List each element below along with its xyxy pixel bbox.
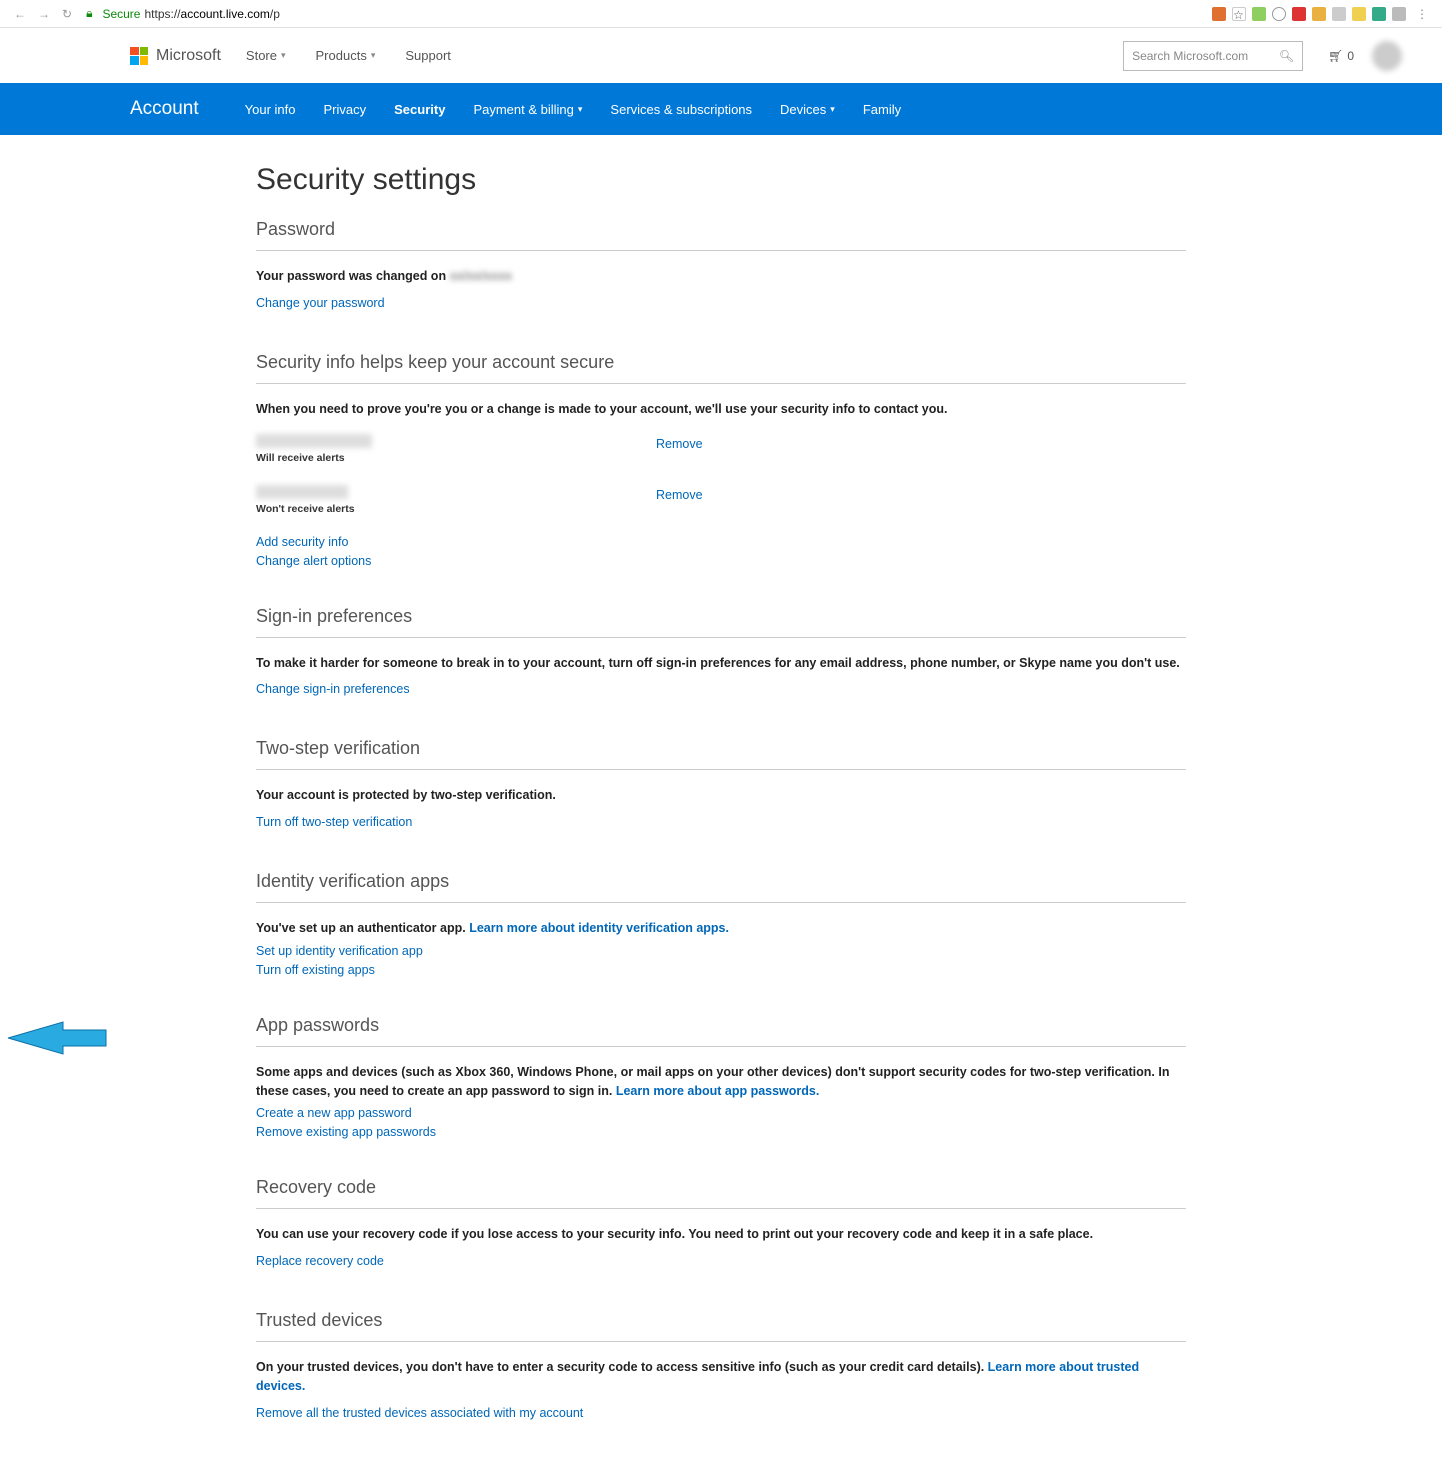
site-header: Microsoft Store ▾ Products ▾ Support Sea… xyxy=(0,28,1442,83)
recovery-desc: You can use your recovery code if you lo… xyxy=(256,1225,1186,1244)
nav-store[interactable]: Store ▾ xyxy=(246,48,286,63)
add-security-info-link[interactable]: Add security info xyxy=(256,535,1186,549)
cart-count: 0 xyxy=(1347,49,1354,63)
section-security-info: Security info helps keep your account se… xyxy=(256,352,1186,568)
annotation-arrow xyxy=(8,1016,108,1063)
section-heading: Two-step verification xyxy=(256,738,1186,770)
tab-privacy[interactable]: Privacy xyxy=(324,102,367,117)
remove-link[interactable]: Remove xyxy=(656,437,703,451)
ext-icon[interactable] xyxy=(1332,7,1346,21)
nav-products[interactable]: Products ▾ xyxy=(316,48,376,63)
section-heading: Security info helps keep your account se… xyxy=(256,352,1186,384)
security-alert-status: Will receive alerts xyxy=(256,452,656,464)
change-alert-options-link[interactable]: Change alert options xyxy=(256,554,1186,568)
cart-icon: 🛒︎ xyxy=(1328,49,1343,63)
section-heading: Trusted devices xyxy=(256,1310,1186,1342)
tab-your-info[interactable]: Your info xyxy=(245,102,296,117)
chevron-down-icon: ▾ xyxy=(578,104,583,115)
microsoft-logo[interactable]: Microsoft xyxy=(130,47,221,65)
main-content: Security settings Password Your password… xyxy=(126,135,1316,1474)
learn-apppw-link[interactable]: Learn more about app passwords. xyxy=(616,1084,820,1098)
security-info-row: redacted@redacted Will receive alerts Re… xyxy=(256,433,1186,464)
security-info-row: XXX-XXX-XXXX Won't receive alerts Remove xyxy=(256,484,1186,515)
learn-identity-link[interactable]: Learn more about identity verification a… xyxy=(469,921,729,935)
logo-icon xyxy=(130,47,148,65)
ext-icon[interactable] xyxy=(1372,7,1386,21)
avatar[interactable] xyxy=(1372,41,1402,71)
back-icon[interactable]: ← xyxy=(10,5,30,23)
ext-icon[interactable] xyxy=(1272,7,1286,21)
section-identity-apps: Identity verification apps You've set up… xyxy=(256,871,1186,977)
change-signin-link[interactable]: Change sign-in preferences xyxy=(256,682,410,696)
section-app-passwords: App passwords Some apps and devices (suc… xyxy=(256,1015,1186,1140)
ext-icon[interactable] xyxy=(1292,7,1306,21)
chevron-down-icon: ▾ xyxy=(830,104,835,115)
account-subnav: Account Your info Privacy Security Payme… xyxy=(0,83,1442,135)
setup-identity-app-link[interactable]: Set up identity verification app xyxy=(256,944,1186,958)
search-placeholder: Search Microsoft.com xyxy=(1132,49,1248,63)
section-heading: Sign-in preferences xyxy=(256,606,1186,638)
account-brand[interactable]: Account xyxy=(130,98,199,120)
section-signin: Sign-in preferences To make it harder fo… xyxy=(256,606,1186,701)
section-heading: Identity verification apps xyxy=(256,871,1186,903)
ext-icon[interactable] xyxy=(1252,7,1266,21)
section-heading: App passwords xyxy=(256,1015,1186,1047)
security-info-value: XXX-XXX-XXXX xyxy=(256,485,348,499)
ext-icon[interactable] xyxy=(1212,7,1226,21)
browser-address-bar: ← → ↻ 🔒︎ Secure https://account.live.com… xyxy=(0,0,1442,28)
identity-desc: You've set up an authenticator app. Lear… xyxy=(256,919,1186,938)
page-title: Security settings xyxy=(256,163,1186,197)
tab-security[interactable]: Security xyxy=(394,102,445,117)
replace-recovery-link[interactable]: Replace recovery code xyxy=(256,1254,384,1268)
section-trusted-devices: Trusted devices On your trusted devices,… xyxy=(256,1310,1186,1424)
section-password: Password Your password was changed on xx… xyxy=(256,219,1186,314)
section-heading: Recovery code xyxy=(256,1177,1186,1209)
url-display[interactable]: https://account.live.com/p xyxy=(144,7,1208,21)
remove-link[interactable]: Remove xyxy=(656,488,703,502)
forward-icon[interactable]: → xyxy=(34,5,54,23)
star-icon[interactable]: ☆ xyxy=(1232,7,1246,21)
change-password-link[interactable]: Change your password xyxy=(256,296,385,310)
section-two-step: Two-step verification Your account is pr… xyxy=(256,738,1186,833)
turn-off-twostep-link[interactable]: Turn off two-step verification xyxy=(256,815,412,829)
apppw-desc: Some apps and devices (such as Xbox 360,… xyxy=(256,1063,1186,1101)
tab-payment[interactable]: Payment & billing ▾ xyxy=(473,102,582,117)
lock-icon: 🔒︎ xyxy=(86,6,92,21)
ext-icon[interactable] xyxy=(1352,7,1366,21)
menu-icon[interactable]: ⋮ xyxy=(1412,7,1432,21)
reload-icon[interactable]: ↻ xyxy=(58,5,76,23)
signin-desc: To make it harder for someone to break i… xyxy=(256,654,1186,673)
tab-services[interactable]: Services & subscriptions xyxy=(610,102,752,117)
twostep-desc: Your account is protected by two-step ve… xyxy=(256,786,1186,805)
search-input[interactable]: Search Microsoft.com 🔍︎ xyxy=(1123,41,1303,71)
remove-trusted-link[interactable]: Remove all the trusted devices associate… xyxy=(256,1406,583,1420)
create-app-password-link[interactable]: Create a new app password xyxy=(256,1106,1186,1120)
password-status: Your password was changed on xx/xx/xxxx xyxy=(256,267,1186,286)
security-info-value: redacted@redacted xyxy=(256,434,372,448)
trusted-desc: On your trusted devices, you don't have … xyxy=(256,1358,1186,1396)
security-info-desc: When you need to prove you're you or a c… xyxy=(256,400,1186,419)
tab-family[interactable]: Family xyxy=(863,102,901,117)
logo-text: Microsoft xyxy=(156,47,221,65)
browser-extensions: ☆ ⋮ xyxy=(1212,7,1432,21)
tab-devices[interactable]: Devices ▾ xyxy=(780,102,835,117)
security-alert-status: Won't receive alerts xyxy=(256,503,656,515)
top-nav: Store ▾ Products ▾ Support xyxy=(246,48,451,63)
ext-icon[interactable] xyxy=(1312,7,1326,21)
section-heading: Password xyxy=(256,219,1186,251)
chevron-down-icon: ▾ xyxy=(281,50,286,61)
secure-label: Secure xyxy=(102,7,140,21)
nav-support[interactable]: Support xyxy=(405,48,451,63)
chevron-down-icon: ▾ xyxy=(371,50,376,61)
turn-off-identity-apps-link[interactable]: Turn off existing apps xyxy=(256,963,1186,977)
search-icon[interactable]: 🔍︎ xyxy=(1279,49,1294,63)
ext-icon[interactable] xyxy=(1392,7,1406,21)
cart-button[interactable]: 🛒︎ 0 xyxy=(1328,49,1354,63)
section-recovery-code: Recovery code You can use your recovery … xyxy=(256,1177,1186,1272)
remove-app-passwords-link[interactable]: Remove existing app passwords xyxy=(256,1125,1186,1139)
